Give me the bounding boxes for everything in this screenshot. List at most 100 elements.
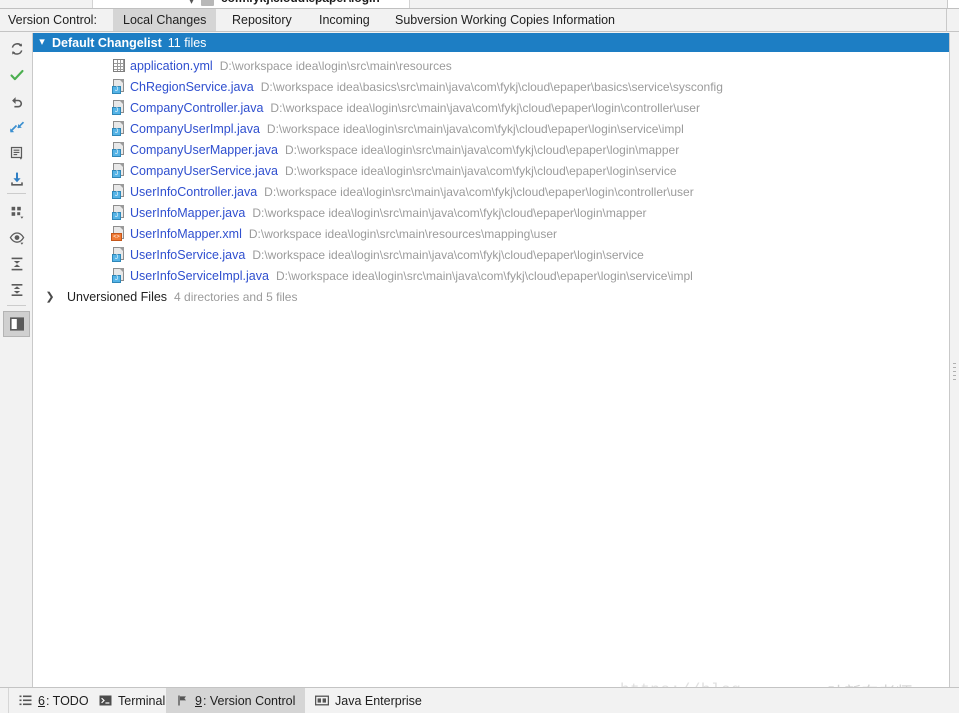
group-by-button[interactable] [3,199,30,225]
header-divider [946,9,947,32]
table-row[interactable]: J UserInfoController.java D:\workspace i… [33,181,949,202]
file-path: D:\workspace idea\login\src\main\resourc… [248,226,557,241]
unversioned-files-title: Unversioned Files [67,289,168,304]
file-path: D:\workspace idea\login\src\main\java\co… [266,121,684,136]
eye-icon [9,232,24,245]
show-ignored-button[interactable] [3,225,30,251]
table-row[interactable]: J UserInfoService.java D:\workspace idea… [33,244,949,265]
tab-repository-label: Repository [232,13,292,27]
version-control-label: Version Control: [8,13,97,27]
tab-local-changes-label: Local Changes [123,13,207,27]
file-name: CompanyController.java [130,100,264,115]
java-file-icon: J [111,163,126,178]
statusbar-tab-java-enterprise[interactable]: Java Enterprise [305,688,432,713]
preview-diff-toggle[interactable] [3,311,30,337]
vcs-left-toolbar [0,33,33,687]
file-name: CompanyUserImpl.java [130,121,260,136]
file-path: D:\workspace idea\login\src\main\java\co… [252,205,647,220]
table-row[interactable]: J CompanyUserImpl.java D:\workspace idea… [33,118,949,139]
statusbar-tab-version-control-num: 9 [195,693,202,708]
clipped-editor-tab-strip: ▾ com\fykj\cloud\epaper\login [0,0,959,9]
java-file-icon: J [111,205,126,220]
tab-repository[interactable]: Repository [222,9,302,31]
chevron-right-icon[interactable]: ❯ [33,290,67,303]
status-bar-left-edge [0,688,9,713]
status-bar: 6: TODO Terminal 9: Version Control Java… [0,687,959,713]
file-name: CompanyUserService.java [130,163,278,178]
table-row[interactable]: application.yml D:\workspace idea\login\… [33,55,949,76]
statusbar-tab-todo[interactable]: 6: TODO [9,688,99,713]
changelist-row-default[interactable]: ▾ Default Changelist 11 files [33,33,949,52]
statusbar-tab-terminal-label: Terminal [118,693,166,708]
show-diff-button[interactable] [3,140,30,166]
statusbar-tab-version-control-label: : Version Control [202,693,296,708]
toolbar-divider-1 [7,193,26,194]
refresh-button[interactable] [3,36,30,62]
java-badge: J [112,107,121,115]
java-badge: J [112,149,121,157]
xml-badge: <> [111,233,122,241]
file-name: UserInfoController.java [130,184,258,199]
java-badge: J [112,191,121,199]
java-file-icon: J [111,184,126,199]
file-path: D:\workspace idea\login\src\main\java\co… [285,142,680,157]
tab-subversion-working-copies-label: Subversion Working Copies Information [395,13,616,27]
java-file-icon: J [111,121,126,136]
toolbar-divider-2 [7,305,26,306]
java-file-icon: J [111,268,126,283]
file-path: D:\workspace idea\login\src\main\java\co… [284,163,677,178]
editor-tab-label: com\fykj\cloud\epaper\login [221,0,380,5]
folder-icon [201,0,214,6]
yml-file-icon [111,58,126,73]
java-badge: J [112,128,121,136]
file-name: application.yml [130,58,213,73]
file-name: UserInfoServiceImpl.java [130,268,269,283]
shelve-button[interactable] [3,114,30,140]
tab-local-changes[interactable]: Local Changes [113,9,217,31]
update-project-button[interactable] [3,166,30,192]
tab-subversion-working-copies[interactable]: Subversion Working Copies Information [385,9,625,31]
java-badge: J [112,254,121,262]
statusbar-tab-terminal[interactable]: Terminal [89,688,175,713]
splitter-grip[interactable] [953,363,956,385]
checkmark-icon [9,69,24,81]
table-row[interactable]: J UserInfoServiceImpl.java D:\workspace … [33,265,949,286]
right-rail-divider[interactable] [949,33,959,687]
chevron-down-icon[interactable]: ▾ [33,37,51,48]
editor-tab-active[interactable]: ▾ com\fykj\cloud\epaper\login [92,0,410,8]
java-badge: J [112,275,121,283]
local-changes-panel: ▾ Default Changelist 11 files applicatio… [33,33,949,687]
file-path: D:\workspace idea\login\src\main\java\co… [275,268,693,283]
table-row[interactable]: J UserInfoMapper.java D:\workspace idea\… [33,202,949,223]
changelist-file-count: 11 files [167,35,207,50]
file-name: UserInfoMapper.xml [130,226,242,241]
version-control-header: Version Control: Local Changes Repositor… [0,9,959,32]
statusbar-tab-todo-label: : TODO [45,693,89,708]
idea-version-control-window: ▾ com\fykj\cloud\epaper\login Version Co… [0,0,959,713]
commit-button[interactable] [3,62,30,88]
collapse-all-button[interactable] [3,277,30,303]
statusbar-tab-version-control[interactable]: 9: Version Control [166,688,306,713]
file-name: UserInfoService.java [130,247,246,262]
table-row[interactable]: J ChRegionService.java D:\workspace idea… [33,76,949,97]
file-name: ChRegionService.java [130,79,254,94]
tab-incoming-label: Incoming [319,13,370,27]
statusbar-tab-java-enterprise-label: Java Enterprise [335,693,422,708]
rollback-button[interactable] [3,88,30,114]
list-icon [19,694,32,707]
file-path: D:\workspace idea\login\src\main\java\co… [252,247,644,262]
table-row[interactable]: J CompanyUserService.java D:\workspace i… [33,160,949,181]
table-row[interactable]: J CompanyController.java D:\workspace id… [33,97,949,118]
grouping-squares-icon [11,206,23,219]
expand-all-button[interactable] [3,251,30,277]
java-badge: J [112,86,121,94]
java-file-icon: J [111,247,126,262]
unversioned-files-row[interactable]: ❯ Unversioned Files 4 directories and 5 … [33,286,949,307]
table-row[interactable]: J CompanyUserMapper.java D:\workspace id… [33,139,949,160]
table-row[interactable]: <> UserInfoMapper.xml D:\workspace idea\… [33,223,949,244]
java-badge: J [112,170,121,178]
statusbar-tab-todo-num: 6 [38,693,45,708]
shelve-arrows-icon [9,121,24,133]
refresh-icon [11,43,22,55]
tab-incoming[interactable]: Incoming [309,9,380,31]
